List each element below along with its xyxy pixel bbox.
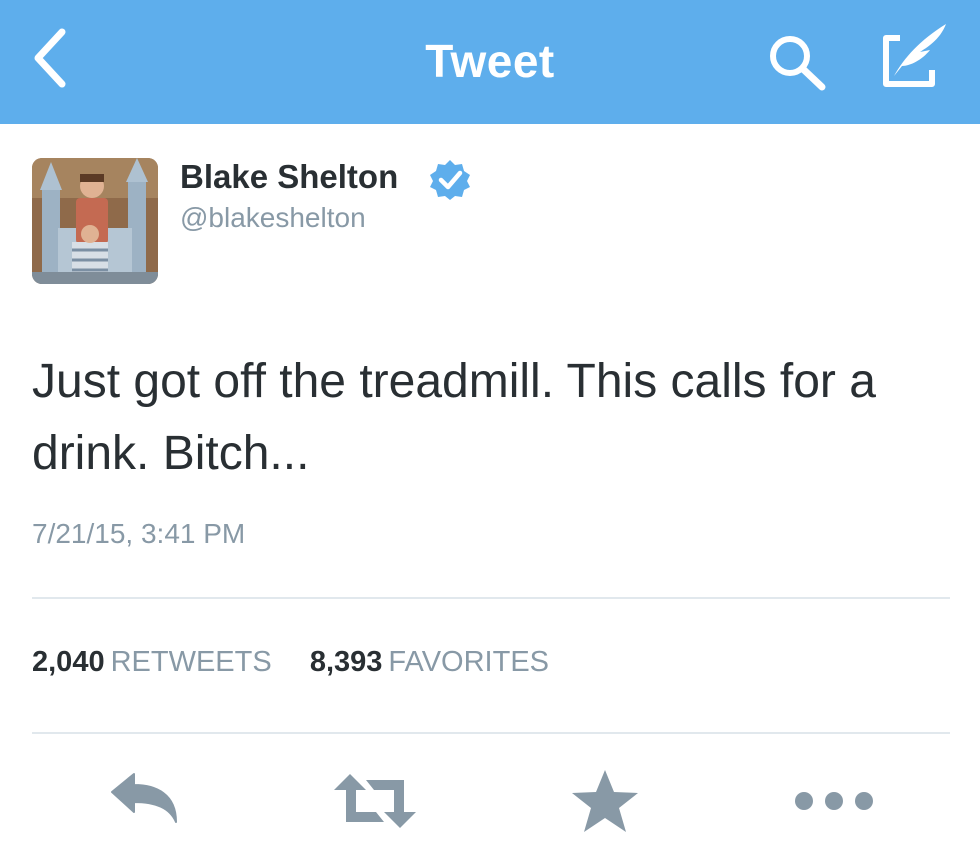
favorite-button[interactable] xyxy=(570,766,640,836)
top-navigation-bar: Tweet xyxy=(0,0,980,124)
search-button[interactable] xyxy=(766,34,830,92)
more-button[interactable] xyxy=(792,766,876,836)
divider xyxy=(32,732,950,734)
retweet-icon xyxy=(334,774,416,828)
favorites-count: 8,393 xyxy=(309,646,383,678)
page-title: Tweet xyxy=(425,35,555,87)
retweets-count: 2,040 xyxy=(32,646,105,678)
retweet-button[interactable] xyxy=(330,766,420,836)
avatar[interactable] xyxy=(32,158,158,284)
retweets-stat[interactable]: 2,040 RETWEETS xyxy=(32,646,280,678)
reply-icon xyxy=(111,773,177,823)
author-name[interactable]: Blake Shelton xyxy=(180,158,398,196)
author-handle[interactable]: @blakeshelton xyxy=(180,202,366,234)
verified-icon xyxy=(428,158,472,202)
tweet-text: Just got off the treadmill. This calls f… xyxy=(32,355,876,480)
compose-icon xyxy=(883,24,946,87)
retweets-label: RETWEETS xyxy=(110,646,272,678)
profile-photo xyxy=(32,158,158,284)
tweet-timestamp: 7/21/15, 3:41 PM xyxy=(32,518,246,549)
favorites-stat[interactable]: 8,393 FAVORITES xyxy=(310,646,549,678)
search-icon xyxy=(770,36,826,91)
tweet-stats: 2,040 RETWEETS 8,393 FAVORITES xyxy=(32,646,549,679)
more-icon xyxy=(795,792,873,810)
star-icon xyxy=(572,770,638,832)
divider xyxy=(32,597,950,599)
compose-button[interactable] xyxy=(880,18,952,90)
reply-button[interactable] xyxy=(104,766,184,836)
favorites-label: FAVORITES xyxy=(388,646,550,678)
